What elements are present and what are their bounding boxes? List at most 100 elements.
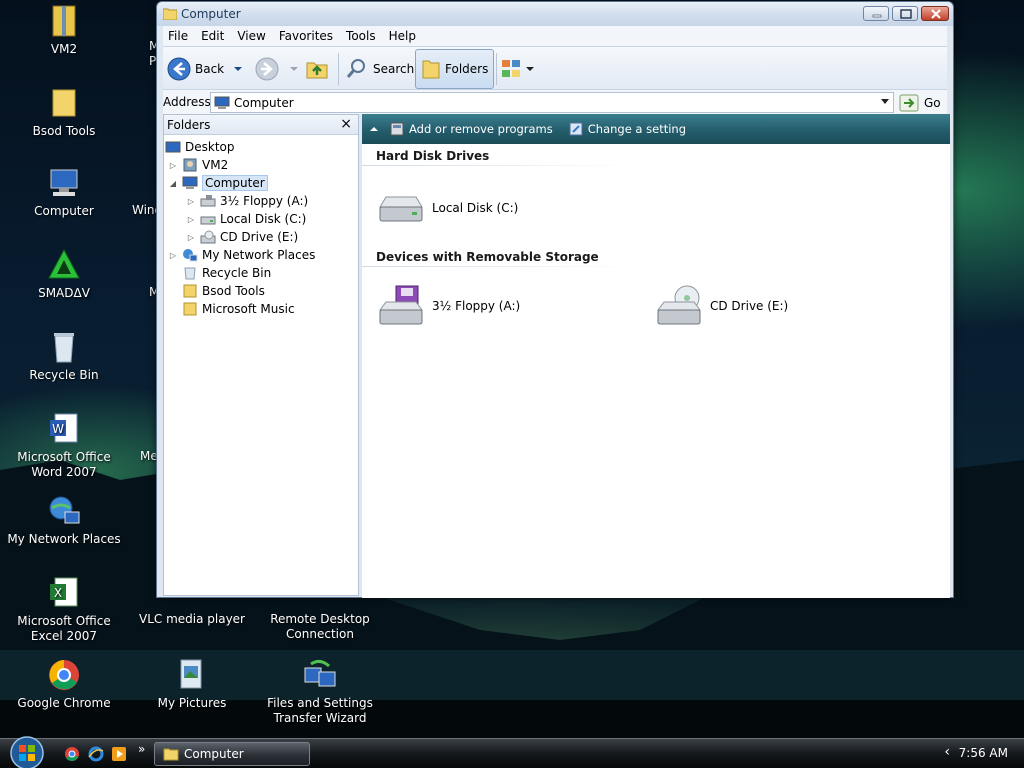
up-folder-button[interactable] xyxy=(305,47,329,91)
internet-explorer-icon[interactable] xyxy=(88,746,104,762)
change-setting-task[interactable]: Change a setting xyxy=(569,122,686,136)
start-button[interactable] xyxy=(9,735,45,768)
desktop-icon-transfer-wizard[interactable]: Files and Settings Transfer Wizard xyxy=(256,658,384,726)
back-button[interactable]: Back xyxy=(167,47,224,91)
go-button[interactable]: Go xyxy=(899,92,941,113)
folder-icon xyxy=(52,89,76,117)
maximize-button[interactable] xyxy=(892,6,918,21)
back-arrow-icon xyxy=(167,57,191,81)
clock[interactable]: 7:56 AM xyxy=(959,746,1008,760)
menu-view[interactable]: View xyxy=(232,29,273,43)
expand-arrow-icon[interactable]: ▷ xyxy=(186,233,196,242)
expand-arrow-icon[interactable]: ▷ xyxy=(186,215,196,224)
forward-dropdown[interactable] xyxy=(289,47,299,91)
tray-expand-icon[interactable]: ‹ xyxy=(944,744,950,760)
word-icon: W xyxy=(50,413,78,443)
add-remove-programs-task[interactable]: Add or remove programs xyxy=(390,122,553,136)
group-divider xyxy=(362,266,632,267)
forward-arrow-icon xyxy=(255,57,279,81)
desktop-icon-google-chrome[interactable]: Google Chrome xyxy=(0,658,128,711)
media-player-icon[interactable] xyxy=(111,746,127,762)
desktop-icon-word[interactable]: W Microsoft Office Word 2007 xyxy=(0,412,128,480)
back-dropdown[interactable] xyxy=(233,47,243,91)
tree-item-local-disk[interactable]: ▷ Local Disk (C:) xyxy=(186,210,306,228)
expand-arrow-icon[interactable]: ▷ xyxy=(168,251,178,260)
folders-pane-close-button[interactable]: × xyxy=(340,116,352,132)
chevron-down-icon xyxy=(526,67,534,71)
tree-item-bsod-tools[interactable]: Bsod Tools xyxy=(182,282,265,300)
folders-pane: Folders × Desktop ▷ VM2 ◢ Computer ▷ 3½ … xyxy=(163,114,359,596)
close-button[interactable] xyxy=(921,6,949,21)
computer-icon xyxy=(214,96,230,109)
desktop-icon-bsod-tools[interactable]: Bsod Tools xyxy=(0,86,128,139)
group-divider xyxy=(362,165,632,166)
desktop-icon-recycle-bin[interactable]: Recycle Bin xyxy=(0,330,128,383)
menu-bar: File Edit View Favorites Tools Help xyxy=(163,26,947,46)
taskbar-button-computer[interactable]: Computer xyxy=(154,742,310,766)
network-places-icon xyxy=(183,249,198,262)
chevron-down-icon xyxy=(290,67,298,71)
task-bar: Add or remove programs Change a setting xyxy=(362,114,950,144)
group-title-hard-disk-drives: Hard Disk Drives xyxy=(376,149,490,163)
menu-favorites[interactable]: Favorites xyxy=(274,29,341,43)
title-bar[interactable]: Computer xyxy=(157,2,953,26)
toolbar-separator xyxy=(338,53,339,85)
svg-text:X: X xyxy=(54,586,62,600)
drive-cd[interactable]: CD Drive (E:) xyxy=(654,284,788,328)
tree-item-cd-drive[interactable]: ▷ CD Drive (E:) xyxy=(186,228,298,246)
desktop-icon-smadav[interactable]: SMADΔV xyxy=(0,248,128,301)
chrome-icon xyxy=(49,660,79,690)
folders-button[interactable]: Folders xyxy=(415,49,495,89)
menu-help[interactable]: Help xyxy=(384,29,424,43)
collapse-arrow-icon[interactable] xyxy=(368,123,380,135)
desktop-icon-remote-desktop[interactable]: Remote Desktop Connection xyxy=(256,612,384,642)
quick-launch-chevron[interactable]: » xyxy=(138,742,145,756)
search-button[interactable]: Search xyxy=(345,47,414,91)
forward-button[interactable] xyxy=(255,47,279,91)
back-label: Back xyxy=(195,62,225,76)
hard-disk-icon xyxy=(379,196,423,222)
expand-arrow-icon[interactable]: ▷ xyxy=(186,197,196,206)
folders-pane-title: Folders xyxy=(167,117,211,132)
desktop-icon-vlc[interactable]: VLC media player xyxy=(128,612,256,627)
desktop-icon-my-pictures[interactable]: My Pictures xyxy=(128,658,256,711)
drive-floppy[interactable]: 3½ Floppy (A:) xyxy=(376,284,520,328)
folders-pane-header: Folders × xyxy=(164,115,358,135)
tree-item-desktop[interactable]: Desktop xyxy=(165,138,235,156)
tree-item-microsoft-music[interactable]: Microsoft Music xyxy=(182,300,295,318)
desktop-icon-vm2[interactable]: VM2 xyxy=(0,4,128,57)
desktop-icon xyxy=(165,141,181,153)
collapse-arrow-icon[interactable]: ◢ xyxy=(168,179,178,188)
folder-icon xyxy=(163,8,177,20)
toolbar-separator xyxy=(496,53,497,85)
expand-arrow-icon[interactable]: ▷ xyxy=(168,161,178,170)
tree-item-vm2[interactable]: ▷ VM2 xyxy=(168,156,228,174)
address-field[interactable]: Computer xyxy=(210,92,894,113)
tree-item-computer[interactable]: ◢ Computer xyxy=(168,174,268,192)
go-arrow-icon xyxy=(899,94,919,111)
chrome-icon[interactable] xyxy=(64,746,80,762)
folders-icon xyxy=(422,60,440,79)
desktop-icon-excel[interactable]: X Microsoft Office Excel 2007 xyxy=(0,576,128,644)
tree-item-recycle-bin[interactable]: Recycle Bin xyxy=(182,264,271,282)
desktop-icon-network-places[interactable]: My Network Places xyxy=(0,494,128,547)
menu-edit[interactable]: Edit xyxy=(196,29,232,43)
minimize-button[interactable] xyxy=(863,6,889,21)
menu-tools[interactable]: Tools xyxy=(341,29,384,43)
menu-file[interactable]: File xyxy=(163,29,196,43)
address-value: Computer xyxy=(234,95,294,110)
group-title-removable-storage: Devices with Removable Storage xyxy=(376,250,599,264)
toolbar: Back Search Folders xyxy=(163,46,947,90)
chevron-down-icon xyxy=(234,67,242,71)
tree-item-floppy[interactable]: ▷ 3½ Floppy (A:) xyxy=(186,192,308,210)
desktop-icon-computer[interactable]: Computer xyxy=(0,166,128,219)
close-icon xyxy=(931,9,941,19)
address-dropdown-icon[interactable] xyxy=(881,99,889,104)
tree-item-network-places[interactable]: ▷ My Network Places xyxy=(168,246,315,264)
programs-icon xyxy=(390,122,404,136)
maximize-icon xyxy=(900,9,912,19)
drive-local-disk[interactable]: Local Disk (C:) xyxy=(376,191,518,225)
views-button[interactable] xyxy=(501,47,535,91)
address-label: Address xyxy=(163,95,211,109)
svg-text:W: W xyxy=(52,422,64,436)
